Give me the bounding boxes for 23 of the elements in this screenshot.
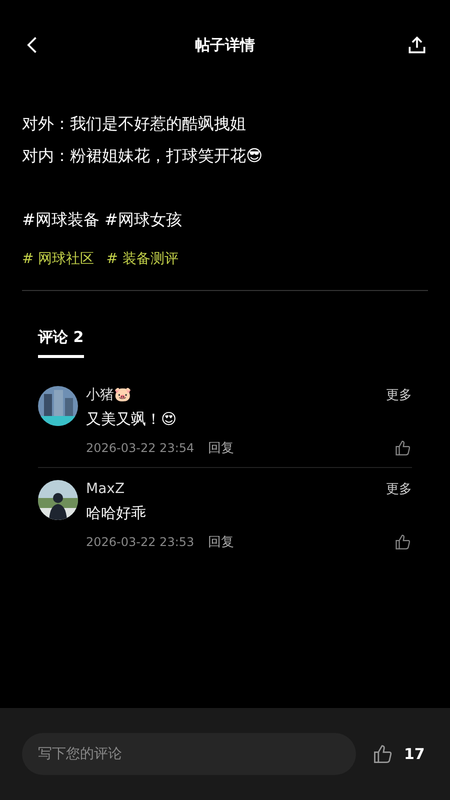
thumbs-up-icon[interactable] bbox=[372, 743, 394, 765]
comments-tab[interactable]: 评论 2 bbox=[38, 328, 84, 358]
thumbs-up-icon[interactable] bbox=[394, 439, 412, 457]
comment-author[interactable]: MaxZ bbox=[86, 481, 125, 497]
like-count: 17 bbox=[404, 745, 425, 763]
share-icon[interactable] bbox=[406, 34, 428, 56]
comment-text: 哈哈好乖 bbox=[86, 504, 146, 523]
comment-time: 2026-03-22 23:53 bbox=[86, 535, 194, 549]
topic-link[interactable]: # 网球社区 bbox=[22, 250, 94, 268]
post-text: 对内：粉裙姐妹花，打球笑开花😎 bbox=[22, 145, 263, 167]
comment-author[interactable]: 小猪🐷 bbox=[86, 386, 131, 404]
thumbs-up-icon[interactable] bbox=[394, 533, 412, 551]
more-link[interactable]: 更多 bbox=[386, 480, 412, 498]
comment-text: 又美又飒！😍 bbox=[86, 410, 177, 429]
hashtags: #网球装备 #网球女孩 bbox=[22, 209, 183, 231]
reply-link[interactable]: 回复 bbox=[208, 533, 234, 551]
post-text: 对外：我们是不好惹的酷飒拽姐 bbox=[22, 113, 246, 135]
topic-link[interactable]: # 装备测评 bbox=[106, 250, 178, 268]
reply-link[interactable]: 回复 bbox=[208, 439, 234, 457]
comment-field[interactable]: 写下您的评论 bbox=[22, 733, 356, 775]
page-title: 帖子详情 bbox=[195, 36, 255, 54]
comment-time: 2026-03-22 23:54 bbox=[86, 441, 194, 455]
more-link[interactable]: 更多 bbox=[386, 386, 412, 404]
